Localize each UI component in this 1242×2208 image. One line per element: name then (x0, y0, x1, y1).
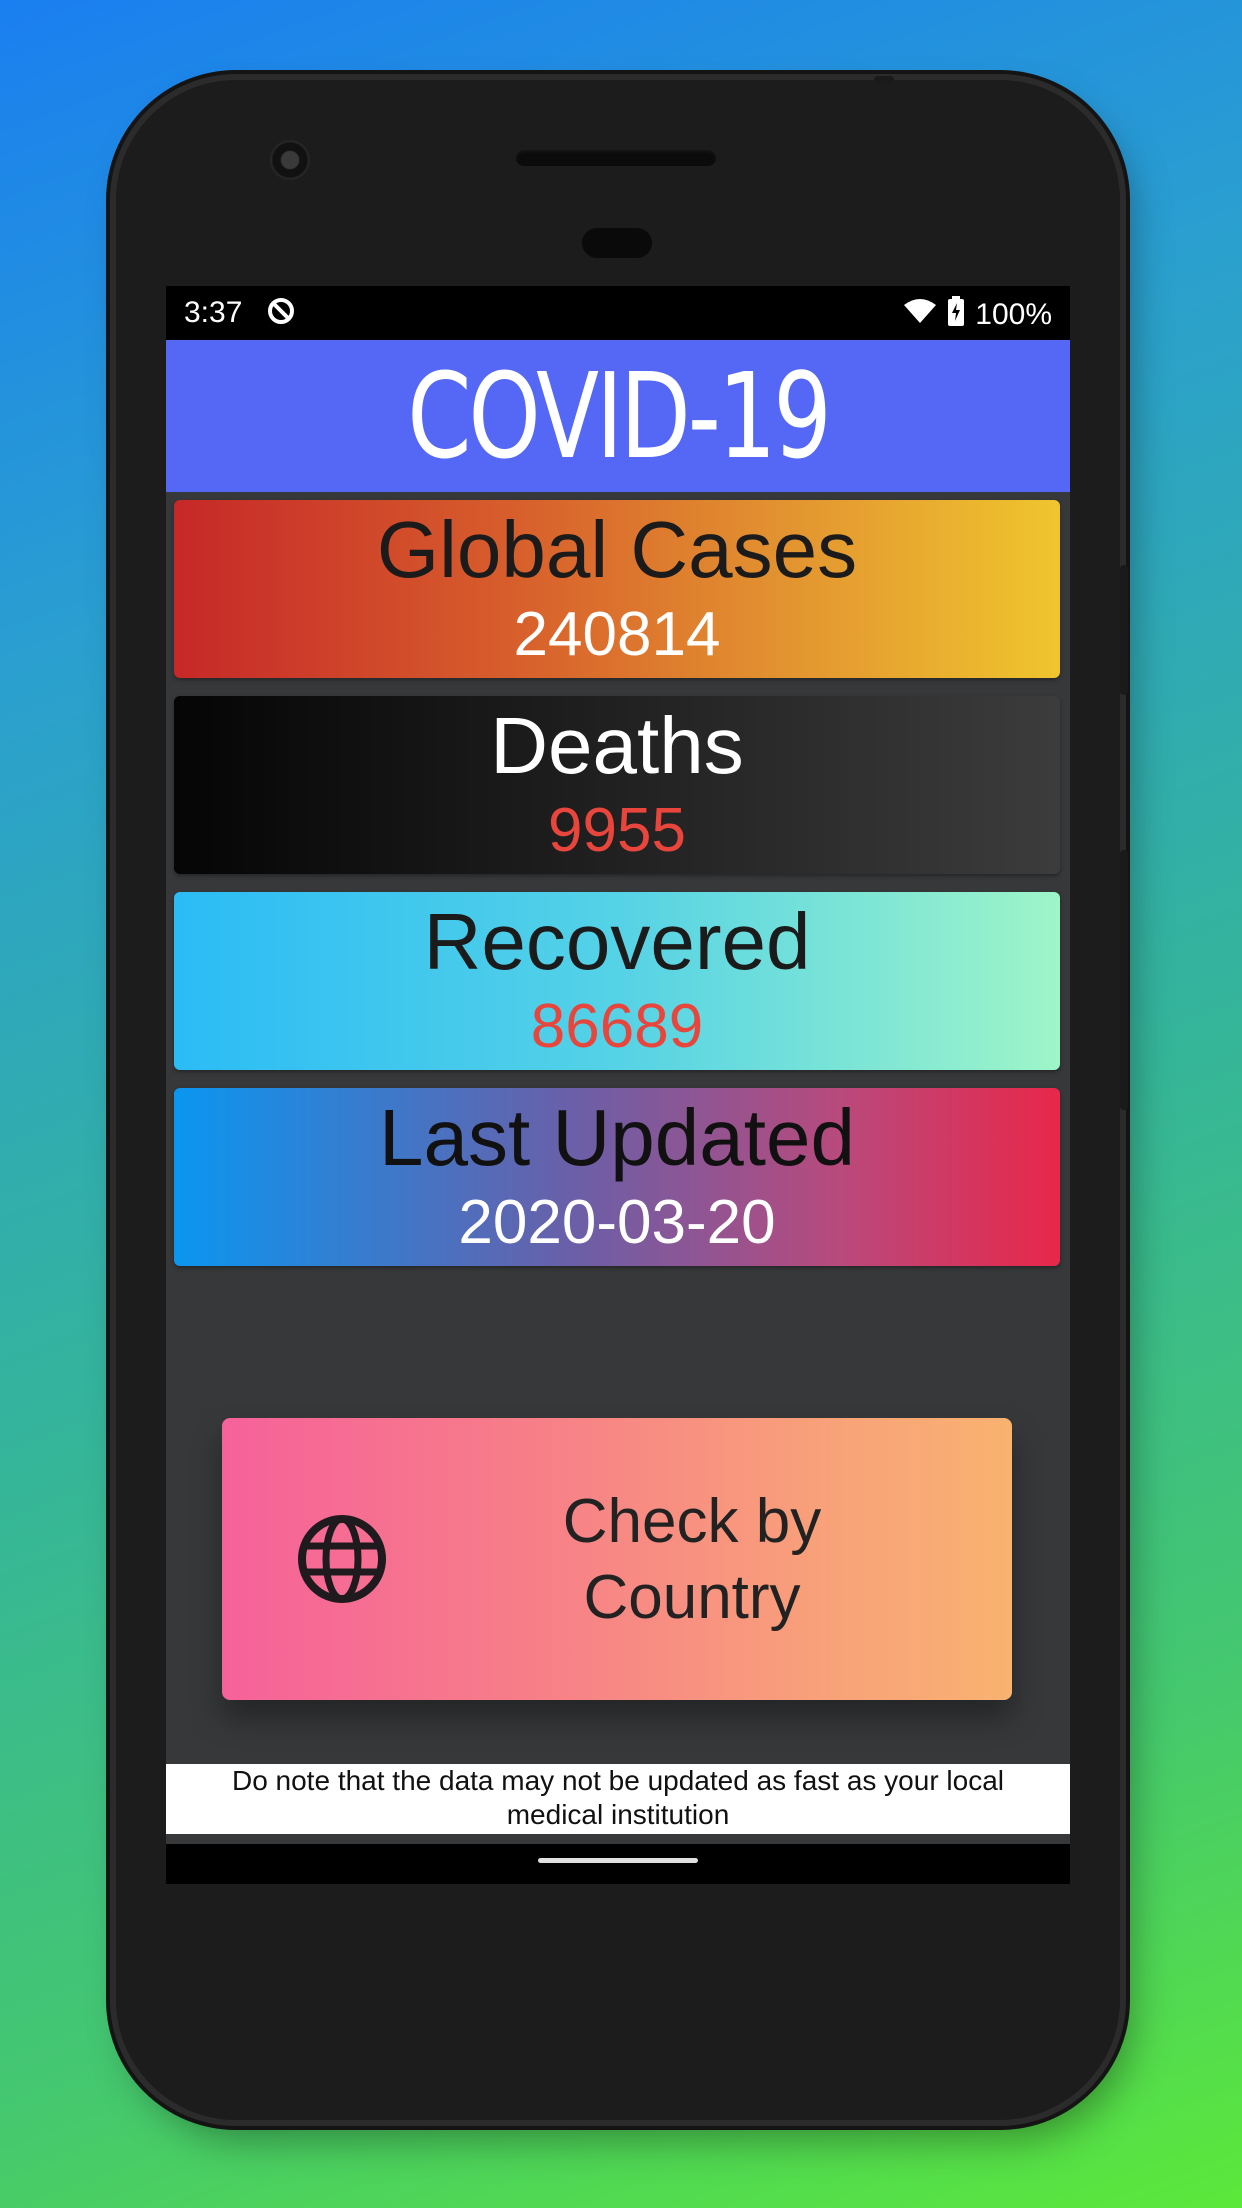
global-cases-card: Global Cases 240814 (174, 500, 1060, 678)
last-updated-value: 2020-03-20 (458, 1188, 776, 1257)
front-camera (270, 140, 310, 180)
last-updated-label: Last Updated (379, 1093, 855, 1182)
recovered-card: Recovered 86689 (174, 892, 1060, 1070)
app-content: COVID-19 Status Global Cases 240814 Deat… (166, 340, 1070, 1844)
volume-button (1120, 850, 1128, 1110)
deaths-value: 9955 (548, 796, 686, 865)
deaths-card: Deaths 9955 (174, 696, 1060, 874)
disclaimer-note: Do note that the data may not be updated… (166, 1764, 1070, 1834)
screen: 3:37 100% COVID-19 Global Cases 240814 D… (166, 286, 1070, 1884)
status-bar: 3:37 100% (166, 286, 1070, 340)
app-header: COVID-19 Status (166, 340, 1070, 637)
battery-percent: 100% (975, 298, 1052, 331)
wifi-icon (903, 298, 937, 332)
phone-frame: 3:37 100% COVID-19 Global Cases 240814 D… (116, 76, 1128, 2120)
recovered-label: Recovered (423, 897, 811, 986)
check-by-country-label: Check by Country (472, 1484, 912, 1636)
globe-icon (298, 1515, 386, 1603)
check-by-country-line2: Country (583, 1563, 801, 1632)
global-cases-value: 240814 (513, 600, 721, 669)
home-gesture-bar[interactable] (538, 1858, 698, 1863)
global-cases-label: Global Cases (376, 505, 858, 594)
recovered-value: 86689 (530, 992, 704, 1061)
status-right: 100% (903, 296, 1052, 334)
power-button (1120, 565, 1128, 695)
disclaimer-line2: medical institution (506, 1799, 730, 1830)
disclaimer-line1: Do note that the data may not be updated… (231, 1765, 1005, 1796)
check-by-country-button[interactable]: Check by Country (222, 1418, 1012, 1700)
proximity-sensor (582, 228, 652, 258)
sync-disabled-icon (266, 296, 296, 334)
check-by-country-line1: Check by (562, 1487, 822, 1556)
last-updated-card: Last Updated 2020-03-20 (174, 1088, 1060, 1266)
top-button (874, 76, 894, 84)
deaths-label: Deaths (490, 701, 744, 790)
battery-charging-icon (947, 296, 965, 334)
status-time: 3:37 (184, 296, 243, 329)
earpiece-speaker (516, 150, 716, 166)
